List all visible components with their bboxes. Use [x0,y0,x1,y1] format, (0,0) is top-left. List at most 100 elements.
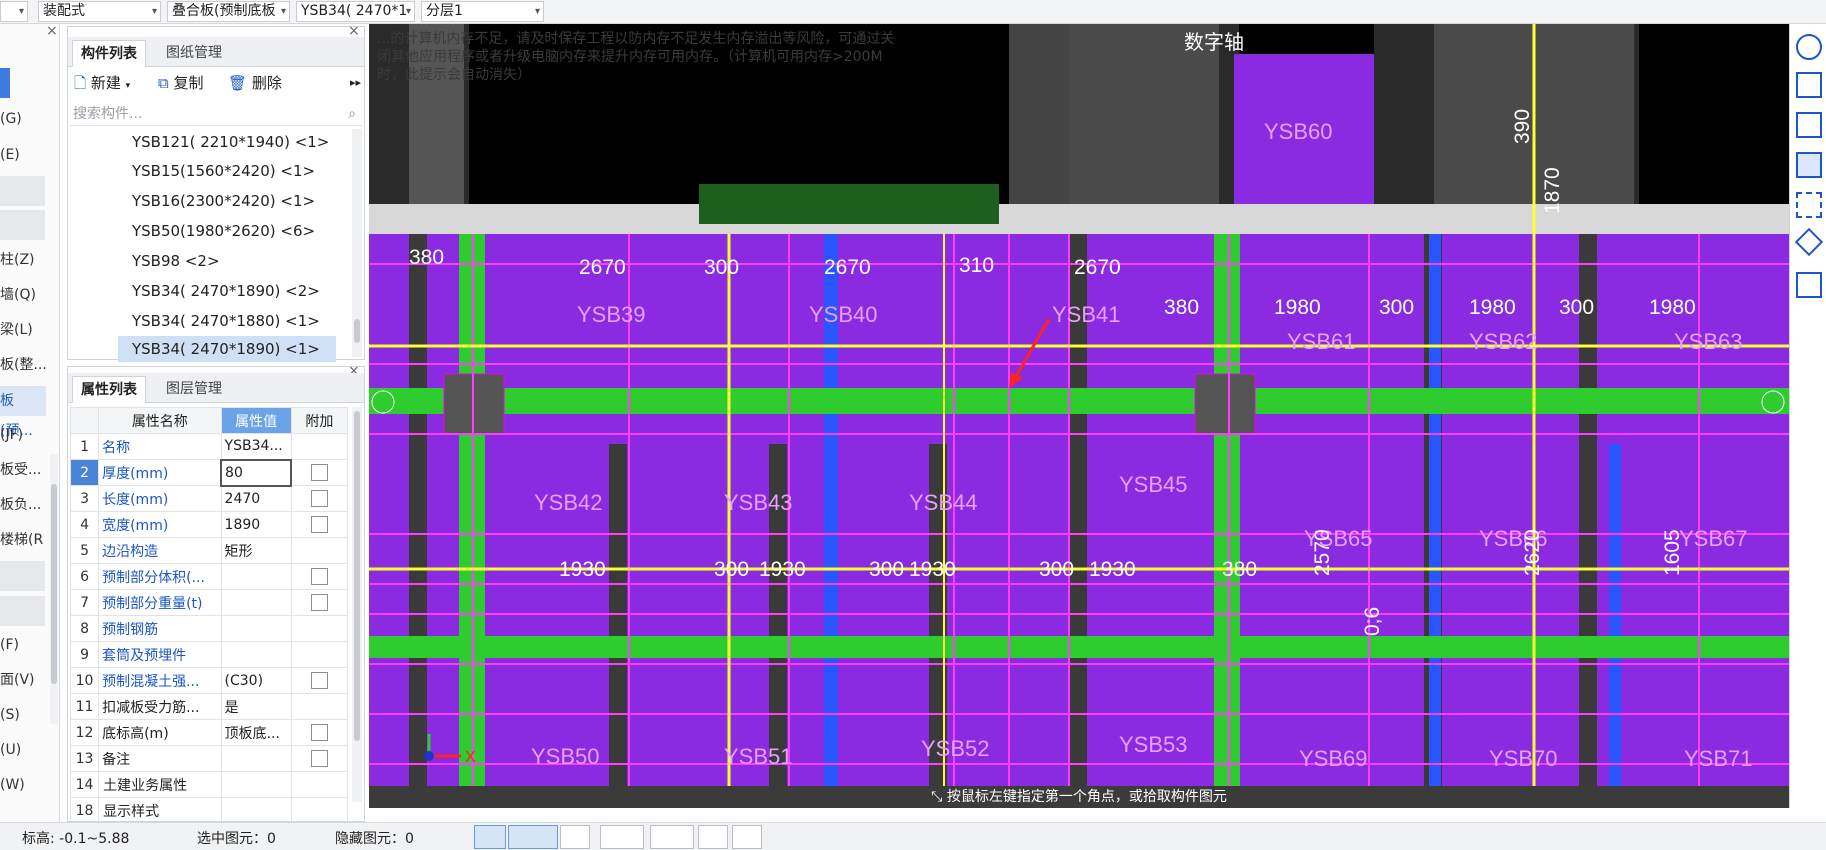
close-icon[interactable]: × [46,24,58,39]
nav-item-9[interactable]: 板负... [0,494,50,516]
property-row[interactable]: 3 长度(mm) 2470 [69,485,349,512]
nav-item-6-selected[interactable]: 板(预... [0,386,46,439]
property-row[interactable]: 4 宽度(mm) 1890 [69,511,349,538]
property-row[interactable]: 7 预制部分重量(t) [69,589,349,616]
property-value[interactable]: YSB34... [220,433,292,460]
column[interactable] [1194,373,1256,435]
dropdown-element-type[interactable]: 叠合板(预制底板 ▾ [167,1,290,22]
search-icon[interactable]: ⌕ [348,102,356,126]
property-value[interactable] [220,641,292,668]
snap-toggle-icon[interactable] [508,825,558,849]
nav-item-blank[interactable] [0,210,45,240]
list-scroll-thumb[interactable] [354,319,360,343]
list-item[interactable]: YSB15(1560*2420) <1> [124,158,344,184]
nav-item-2[interactable]: 柱(Z) [0,249,50,271]
beam-x[interactable] [369,388,1789,414]
list-item[interactable]: YSB34( 2470*1890) <2> [124,278,344,304]
property-value[interactable] [220,563,292,590]
nav-item-0[interactable]: (G) [0,108,50,130]
layer-display-icon[interactable] [1796,272,1822,298]
nav-item-blank[interactable] [0,596,45,626]
property-row[interactable]: 9 套筒及预埋件 [69,641,349,668]
cube-solid-icon[interactable] [1796,152,1822,178]
fullscreen-icon[interactable] [1796,192,1822,218]
nav-item-13[interactable]: (S) [0,704,50,726]
list-scrollbar[interactable] [352,129,362,357]
beam-x2[interactable] [369,636,1789,658]
property-value[interactable] [220,771,292,798]
property-value[interactable]: 顶板底... [220,719,292,746]
property-row[interactable]: 6 预制部分体积(... [69,563,349,590]
nav-item-14[interactable]: (U) [0,739,50,761]
property-row[interactable]: 1 名称 YSB34... [69,433,349,460]
nav-item-8[interactable]: 板受... [0,459,50,481]
list-item[interactable]: YSB16(2300*2420) <1> [124,188,344,214]
property-row[interactable]: 11 扣减板受力筋... 是 [69,693,349,720]
extra-checkbox[interactable] [310,672,328,689]
property-scroll-thumb[interactable] [354,411,360,741]
property-value[interactable] [220,589,292,616]
property-row[interactable]: 2 厚度(mm) 80 [69,458,349,487]
property-row[interactable]: 14 土建业务属性 [69,771,349,798]
dropdown-category[interactable]: 装配式 ▾ [38,1,161,22]
extra-checkbox[interactable] [310,568,328,585]
new-button[interactable]: 🗋 新建 ▾ [74,71,130,95]
nav-item-5[interactable]: 板(整... [0,354,50,376]
copy-button[interactable]: ⧉ 复制 [158,71,204,95]
cross-snap-icon[interactable] [560,825,590,849]
nav-item-4[interactable]: 梁(L) [0,319,50,341]
axis-bubble[interactable] [371,390,395,414]
view-rotate-icon[interactable] [1794,227,1824,257]
dropdown-layer[interactable]: 分层1 ▾ [421,1,544,22]
curve-tool-icon[interactable] [732,825,762,849]
property-value[interactable]: 矩形 [220,537,292,564]
beam-y2[interactable] [1214,234,1240,786]
nav-item-11[interactable]: (F) [0,634,50,656]
cad-drawing[interactable]: YSB39 YSB40 YSB41 YSB60 YSB61 YSB62 YSB63 YSB42… [369,24,1789,786]
property-row[interactable]: 5 边沿构造 矩形 [69,537,349,564]
property-row[interactable]: 8 预制钢筋 [69,615,349,642]
list-item-selected[interactable]: YSB34( 2470*1890) <1> [118,336,336,362]
cad-canvas[interactable]: YSB39 YSB40 YSB41 YSB60 YSB61 YSB62 YSB63 YSB42… [369,24,1789,808]
extra-checkbox[interactable] [310,724,328,741]
extra-checkbox[interactable] [310,750,328,767]
nav-item-15[interactable]: (W) [0,774,50,796]
list-item[interactable]: YSB50(1980*2620) <6> [124,218,344,244]
nav-scroll-thumb[interactable] [51,484,57,684]
nav-item-10[interactable]: 楼梯(R [0,529,50,551]
property-value[interactable]: 2470 [220,485,292,512]
extra-checkbox[interactable] [311,464,329,481]
delete-button[interactable]: 🗑 删除 [228,71,282,95]
dropdown-component[interactable]: YSB34( 2470*1 ▾ [296,1,415,22]
extra-checkbox[interactable] [310,490,328,507]
3d-view-icon[interactable] [1796,72,1822,98]
tab-component-list[interactable]: 构件列表 [72,40,146,67]
search-input[interactable]: 搜索构件... ⌕ [70,102,362,126]
property-scrollbar[interactable] [352,407,362,802]
nav-item-1[interactable]: (E) [0,144,50,166]
property-row[interactable]: 10 预制混凝土强... (C30) [69,667,349,694]
axis-bubble[interactable] [1761,390,1785,414]
tab-layer-management[interactable]: 图层管理 [158,376,230,403]
nav-item-3[interactable]: 墙(Q) [0,284,50,306]
extra-checkbox[interactable] [310,594,328,611]
nav-item-blank[interactable] [0,176,45,206]
property-value[interactable]: 是 [220,693,292,720]
list-item[interactable]: YSB34( 2470*1880) <1> [124,308,344,334]
property-row[interactable]: 13 备注 [69,745,349,772]
property-value[interactable]: (C30) [220,667,292,694]
ortho-toggle-icon[interactable] [474,825,506,849]
nav-item-blank[interactable] [0,561,45,591]
tab-drawing-management[interactable]: 图纸管理 [158,40,230,67]
tab-property-list[interactable]: 属性列表 [72,376,146,403]
property-value[interactable] [220,745,292,772]
list-item[interactable]: YSB121( 2210*1940) <1> [124,129,344,155]
dropdown-floor[interactable]: ▾ [0,1,28,22]
property-row[interactable]: 12 底标高(m) 顶板底... [69,719,349,746]
property-row[interactable]: 18 显示样式 [69,797,349,821]
list-item[interactable]: YSB98 <2> [124,248,344,274]
nav-scrollbar[interactable] [50,454,58,724]
dimension-snap-icon[interactable] [650,825,694,849]
display-toggle-icon[interactable] [698,825,728,849]
nav-item-7[interactable]: (JF) [0,424,50,446]
